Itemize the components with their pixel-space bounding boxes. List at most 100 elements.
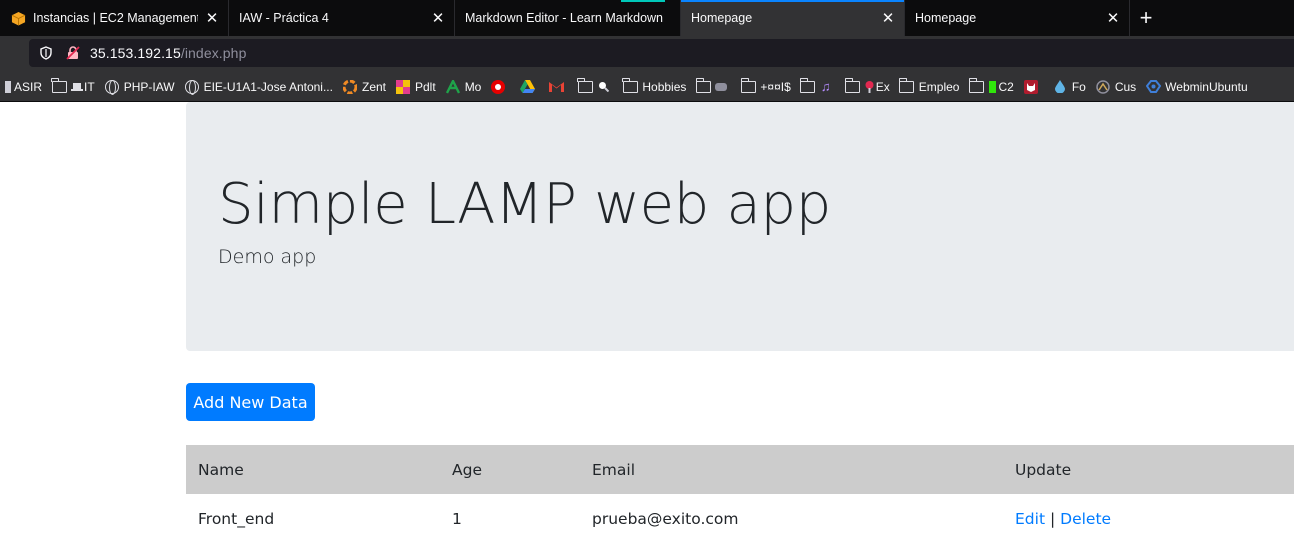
- bookmark-label: +¤¤I$: [760, 79, 791, 94]
- bookmark-devil[interactable]: [1023, 79, 1043, 94]
- bookmark-label: Pdlt: [415, 79, 436, 94]
- bookmark-it[interactable]: IT: [51, 77, 95, 94]
- folder-icon: [898, 77, 915, 94]
- bookmark-vodafone[interactable]: [490, 79, 510, 94]
- folder-icon: [799, 77, 816, 94]
- header-update: Update: [1015, 461, 1072, 479]
- folder-icon: [844, 77, 861, 94]
- insecure-lock-icon[interactable]: [66, 46, 80, 60]
- drive-icon: [519, 80, 535, 94]
- andalucia-icon: [445, 79, 461, 94]
- aws-box-icon: [10, 10, 26, 26]
- bookmark-icon: [4, 80, 12, 94]
- bookmark-money[interactable]: +¤¤I$: [740, 77, 791, 94]
- tab-title: Instancias | EC2 Management C: [33, 11, 198, 25]
- header-age: Age: [452, 461, 482, 479]
- tab-title: Markdown Editor - Learn Markdown: [465, 11, 663, 25]
- cell-actions: Edit | Delete: [1015, 510, 1111, 528]
- tab-iaw[interactable]: IAW - Práctica 4 ✕: [229, 0, 455, 36]
- folder-icon: [577, 77, 593, 94]
- table-row: Front_end 1 prueba@exito.com Edit | Dele…: [186, 494, 1294, 544]
- folder-icon: [622, 77, 638, 94]
- page-title: Simple LAMP web app: [218, 172, 832, 237]
- bookmark-music[interactable]: ♫: [799, 77, 836, 94]
- tab-title: IAW - Práctica 4: [239, 11, 329, 25]
- url-text[interactable]: 35.153.192.15/index.php: [90, 45, 246, 61]
- folder-icon: [695, 77, 711, 94]
- navigation-bar: 35.153.192.15/index.php: [0, 36, 1294, 72]
- bookmark-zent[interactable]: Zent: [342, 79, 386, 94]
- bookmarks-toolbar: ASIR IT PHP-IAW EIE-U1A1-Jose Antoni... …: [0, 72, 1294, 102]
- bookmark-label: Hobbies: [642, 79, 687, 94]
- pin-icon: [865, 80, 875, 94]
- bookmark-drive[interactable]: [519, 80, 539, 94]
- delete-link[interactable]: Delete: [1060, 510, 1111, 528]
- bookmark-php-iaw[interactable]: PHP-IAW: [104, 79, 175, 95]
- bookmark-ex[interactable]: Ex: [844, 77, 890, 94]
- bookmark-c2[interactable]: C2: [968, 77, 1014, 94]
- tab-homepage[interactable]: Homepage ✕: [905, 0, 1130, 36]
- bookmark-fo[interactable]: Fo: [1052, 80, 1086, 94]
- new-tab-button[interactable]: +: [1130, 0, 1162, 36]
- add-new-data-button[interactable]: Add New Data: [186, 383, 315, 421]
- bookmark-label: PHP-IAW: [123, 79, 175, 94]
- cell-email: prueba@exito.com: [592, 510, 739, 528]
- bookmark-cus[interactable]: Cus: [1095, 80, 1136, 94]
- close-icon[interactable]: ✕: [430, 10, 446, 27]
- bookmark-label: Ex: [875, 79, 890, 94]
- folder-icon: [740, 77, 756, 94]
- battery-icon: [988, 80, 996, 94]
- globe-icon: [184, 79, 200, 95]
- zent-icon: [342, 79, 358, 94]
- cell-name: Front_end: [198, 510, 275, 528]
- table-header: Name Age Email Update: [186, 445, 1294, 494]
- close-icon[interactable]: ✕: [204, 10, 220, 27]
- web-page: Simple LAMP web app Demo app Add New Dat…: [0, 102, 1294, 545]
- devil-icon: [1023, 79, 1039, 94]
- globe-icon: [104, 79, 120, 95]
- laptop-icon: [71, 80, 84, 94]
- magnifier-icon: [597, 80, 609, 94]
- tab-title: Homepage: [691, 11, 753, 25]
- bookmark-webmin[interactable]: WebminUbuntu: [1145, 80, 1248, 94]
- bookmark-eie[interactable]: EIE-U1A1-Jose Antoni...: [184, 79, 333, 95]
- vodafone-icon: [490, 79, 506, 94]
- gamepad-icon: [715, 80, 728, 94]
- bookmark-pdlt[interactable]: Pdlt: [395, 79, 436, 94]
- bookmark-empleo[interactable]: Empleo: [898, 77, 960, 94]
- jumbotron: Simple LAMP web app Demo app: [186, 102, 1294, 351]
- url-bar[interactable]: 35.153.192.15/index.php: [29, 39, 1294, 67]
- page-subtitle: Demo app: [218, 246, 317, 268]
- bookmark-label: Empleo: [918, 79, 960, 94]
- tab-strip: Instancias | EC2 Management C ✕ IAW - Pr…: [0, 0, 1294, 36]
- tab-ec2[interactable]: Instancias | EC2 Management C ✕: [0, 0, 229, 36]
- folder-icon: [51, 77, 67, 94]
- bookmark-games[interactable]: [695, 77, 731, 94]
- cus-icon: [1095, 79, 1111, 94]
- close-icon[interactable]: ✕: [1105, 10, 1121, 27]
- tab-markdown[interactable]: Markdown Editor - Learn Markdown: [455, 0, 681, 36]
- close-icon[interactable]: ✕: [880, 10, 896, 27]
- action-separator: |: [1049, 510, 1056, 528]
- bookmark-hobbies[interactable]: Hobbies: [622, 77, 687, 94]
- tracking-shield-icon[interactable]: [39, 46, 53, 60]
- bookmark-label: Mo: [464, 79, 482, 94]
- gmail-icon: [548, 80, 564, 94]
- tab-homepage-active[interactable]: Homepage ✕: [681, 0, 905, 36]
- header-email: Email: [592, 461, 636, 479]
- url-path: /index.php: [180, 45, 247, 61]
- webmin-icon: [1145, 80, 1161, 94]
- bookmark-label: Fo: [1071, 79, 1086, 94]
- bookmark-gmail[interactable]: [548, 80, 568, 94]
- bookmark-label: Zent: [361, 79, 386, 94]
- header-name: Name: [198, 461, 244, 479]
- edit-link[interactable]: Edit: [1015, 510, 1045, 528]
- bookmark-folder-search[interactable]: [577, 77, 613, 94]
- music-icon: ♫: [820, 79, 831, 94]
- bookmark-mo[interactable]: Mo: [445, 79, 482, 94]
- pdlt-icon: [395, 79, 411, 94]
- bookmark-asir[interactable]: ASIR: [4, 80, 42, 94]
- tab-title: Homepage: [915, 11, 977, 25]
- bookmark-label: C2: [998, 79, 1014, 94]
- bookmark-label: EIE-U1A1-Jose Antoni...: [203, 79, 333, 94]
